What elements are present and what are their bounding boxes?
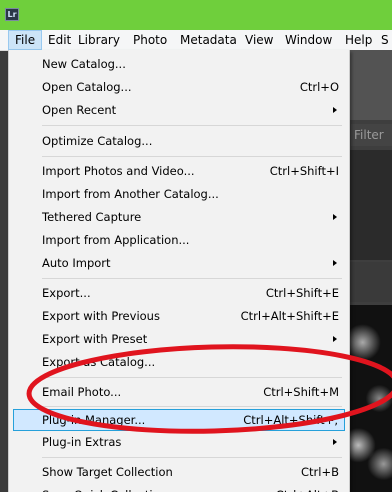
menu-item-label: Auto Import	[42, 256, 111, 270]
lightroom-app-icon[interactable]: Lr	[5, 8, 19, 21]
menu-item-new-catalog[interactable]: New Catalog...	[13, 53, 345, 75]
menu-item-tethered-capture[interactable]: Tethered Capture	[13, 206, 345, 228]
menu-item-label: Import Photos and Video...	[42, 164, 195, 178]
menu-file[interactable]: File	[8, 30, 43, 50]
menu-item-label: Export with Previous	[42, 309, 160, 323]
menu-item-label: New Catalog...	[42, 57, 126, 71]
menu-photo[interactable]: Photo	[127, 30, 173, 50]
shortcut-label: Ctrl+Alt+Shift+E	[240, 309, 339, 323]
menu-item-label: Open Catalog...	[42, 80, 132, 94]
menu-separator	[42, 457, 342, 458]
menu-library[interactable]: Library	[72, 30, 126, 50]
menu-item-open-recent[interactable]: Open Recent	[13, 99, 345, 121]
menu-separator	[42, 377, 342, 378]
submenu-arrow-icon	[333, 336, 337, 342]
shortcut-label: Ctrl+Shift+I	[269, 164, 339, 178]
background-grid	[350, 150, 392, 260]
menu-item-auto-import[interactable]: Auto Import	[13, 252, 345, 274]
menu-separator	[42, 278, 342, 279]
submenu-arrow-icon	[333, 260, 337, 266]
menu-item-export-as-catalog[interactable]: Export as Catalog...	[13, 351, 345, 373]
shortcut-label: Ctrl+O	[299, 80, 339, 94]
menu-item-export-with-preset[interactable]: Export with Preset	[13, 328, 345, 350]
menu-item-plugin-extras[interactable]: Plug-in Extras	[13, 431, 345, 453]
menu-item-export[interactable]: Export... Ctrl+Shift+E	[13, 282, 345, 304]
menu-item-import-from-catalog[interactable]: Import from Another Catalog...	[13, 183, 345, 205]
menu-item-label: Save Quick Collection...	[42, 484, 178, 492]
menu-window[interactable]: Window	[279, 30, 338, 50]
shortcut-label: Ctrl+B	[301, 465, 339, 479]
submenu-arrow-icon	[333, 439, 337, 445]
menu-item-email-photo[interactable]: Email Photo... Ctrl+Shift+M	[13, 381, 345, 403]
title-bar: Lr	[0, 0, 392, 30]
menu-item-plugin-manager[interactable]: Plug-in Manager... Ctrl+Alt+Shift+,	[13, 409, 345, 431]
menu-item-label: Plug-in Manager...	[42, 413, 146, 427]
background-header	[350, 50, 392, 120]
shortcut-label: Ctrl+Shift+E	[265, 286, 339, 300]
menu-bar: File Edit Library Photo Metadata View Wi…	[0, 30, 392, 51]
shortcut-label: Ctrl+Alt+Shift+,	[243, 413, 338, 427]
shortcut-label: Ctrl+Shift+M	[263, 385, 339, 399]
menu-item-label: Import from Another Catalog...	[42, 187, 219, 201]
photo-preview	[350, 305, 392, 492]
menu-item-export-with-previous[interactable]: Export with Previous Ctrl+Alt+Shift+E	[13, 305, 345, 327]
file-menu-dropdown: New Catalog... Open Catalog... Ctrl+O Op…	[8, 50, 350, 492]
menu-item-optimize-catalog[interactable]: Optimize Catalog...	[13, 130, 345, 152]
menu-item-label: Export with Preset	[42, 332, 148, 346]
menu-item-label: Open Recent	[42, 103, 117, 117]
menu-item-label: Import from Application...	[42, 233, 190, 247]
menu-item-import-from-application[interactable]: Import from Application...	[13, 229, 345, 251]
menu-item-label: Export...	[42, 286, 91, 300]
menu-item-label: Email Photo...	[42, 385, 122, 399]
menu-separator	[42, 406, 342, 407]
menu-metadata[interactable]: Metadata	[174, 30, 243, 50]
submenu-arrow-icon	[333, 214, 337, 220]
filter-bar-label: Filter	[351, 124, 392, 146]
submenu-arrow-icon	[333, 107, 337, 113]
menu-partial[interactable]: S	[375, 30, 392, 50]
menu-item-open-catalog[interactable]: Open Catalog... Ctrl+O	[13, 76, 345, 98]
menu-item-label: Show Target Collection	[42, 465, 173, 479]
menu-help[interactable]: Help	[339, 30, 378, 50]
menu-separator	[42, 125, 342, 126]
background-toolbar	[350, 262, 392, 302]
menu-separator	[42, 156, 342, 157]
menu-item-import-photos[interactable]: Import Photos and Video... Ctrl+Shift+I	[13, 160, 345, 182]
menu-item-label: Plug-in Extras	[42, 435, 122, 449]
menu-item-show-target-collection[interactable]: Show Target Collection Ctrl+B	[13, 461, 345, 483]
shortcut-label: Ctrl+Alt+B	[276, 484, 339, 492]
menu-item-label: Optimize Catalog...	[42, 134, 153, 148]
menu-item-label: Tethered Capture	[42, 210, 142, 224]
menu-view[interactable]: View	[239, 30, 279, 50]
menu-item-label: Export as Catalog...	[42, 355, 156, 369]
menu-item-save-quick-collection[interactable]: Save Quick Collection... Ctrl+Alt+B	[13, 484, 345, 492]
